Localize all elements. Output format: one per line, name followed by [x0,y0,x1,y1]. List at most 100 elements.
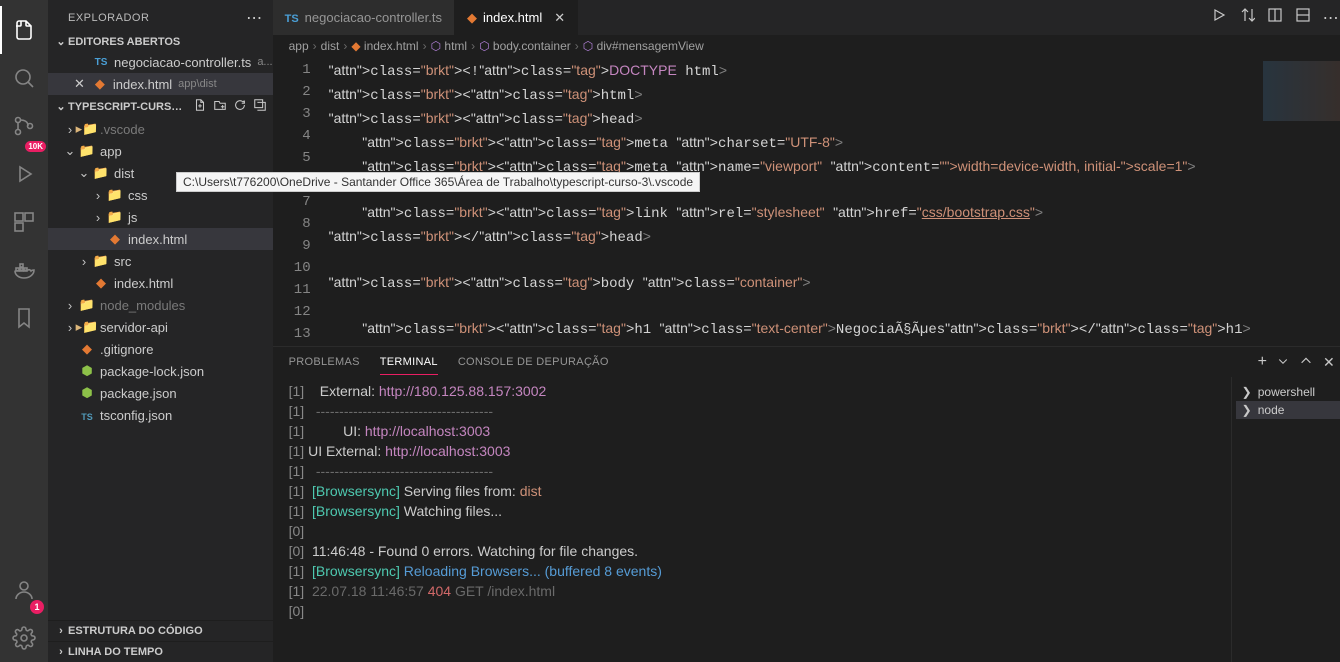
tree-item[interactable]: ›📁node_modules [48,294,273,316]
split-icon-1[interactable] [1267,7,1283,28]
more-icon[interactable]: ⋯ [1323,8,1339,28]
editor-area: 12345678910111213 "attn">class="brkt"><!… [273,57,1340,346]
breadcrumb-item[interactable]: ⬡ div#mensagemView [583,39,704,53]
editor-tab-actions: ⋯ [1211,0,1340,35]
file-label: negociacao-controller.ts [114,55,251,70]
workspace-header[interactable]: ⌄ TYPESCRIPT-CURS… [48,95,273,118]
open-editor-item[interactable]: ✕◆index.htmlapp\dist [48,73,273,95]
chevron-right-icon: › [54,625,68,637]
explorer-header: EXPLORADOR ⋯ [48,0,273,32]
new-folder-icon[interactable] [213,98,227,115]
twist-icon: › [90,210,106,225]
run-icon[interactable] [1211,7,1227,28]
terminal-icon: ❯ [1242,385,1252,399]
tree-item[interactable]: ›📁js [48,206,273,228]
workspace-label: TYPESCRIPT-CURS… [68,101,182,113]
activity-run-debug[interactable] [0,150,48,198]
tree-item[interactable]: ◆index.html [48,228,273,250]
terminal-item-node[interactable]: ❯ node [1236,401,1340,419]
twist-icon: ⌄ [76,165,92,181]
tree-item[interactable]: ⬢package.json [48,382,273,404]
activity-explorer[interactable] [0,6,48,54]
breadcrumb-item[interactable]: app [289,39,309,53]
open-editors-list: TSnegociacao-controller.tsa...✕◆index.ht… [48,51,273,95]
file-icon: TS [285,10,299,25]
code-editor[interactable]: "attn">class="brkt"><!"attn">class="tag"… [329,57,1251,346]
tree-item[interactable]: ›▸📁servidor-api [48,316,273,338]
file-icon: ⬢ [78,363,96,379]
bottom-panel: PROBLEMAS TERMINAL CONSOLE DE DEPURAÇÃO … [273,346,1340,662]
collapse-all-icon[interactable] [253,98,267,115]
editor-tab[interactable]: TSnegociacao-controller.ts [273,0,455,35]
file-icon: 📁 [92,253,110,269]
activity-source-control[interactable]: 10K [0,102,48,150]
terminal-icon: ❯ [1242,403,1252,417]
refresh-icon[interactable] [233,98,247,115]
tree-item-label: .gitignore [100,342,153,357]
activity-search[interactable] [0,54,48,102]
tree-item[interactable]: ›▸📁.vscode [48,118,273,140]
breadcrumb-item[interactable]: ⬡ html [431,39,468,53]
open-editors-header[interactable]: ⌄ EDITORES ABERTOS [48,32,273,51]
terminal-output[interactable]: [1] External: http://180.125.88.157:3002… [273,377,1231,662]
tab-debug-console[interactable]: CONSOLE DE DEPURAÇÃO [458,350,609,374]
explorer-more-icon[interactable]: ⋯ [246,8,263,28]
line-gutter: 12345678910111213 [273,57,329,346]
activity-settings[interactable] [0,614,48,662]
new-file-icon[interactable] [193,98,207,115]
close-icon[interactable]: ✕ [554,10,565,26]
file-icon: ◆ [92,275,110,291]
tree-item-label: app [100,144,122,159]
maximize-panel-icon[interactable] [1299,354,1313,371]
chevron-down-icon: ⌄ [54,35,68,48]
twist-icon: ⌄ [62,143,78,159]
panel-tabs: PROBLEMAS TERMINAL CONSOLE DE DEPURAÇÃO … [273,347,1340,377]
tree-item-label: css [128,188,148,203]
terminal-item-powershell[interactable]: ❯ powershell [1236,383,1340,401]
file-icon: ▸📁 [78,319,96,335]
breadcrumb-item[interactable]: ⬡ body.container [479,39,571,53]
tree-item[interactable]: TStsconfig.json [48,404,273,426]
breadcrumb-item[interactable]: ◆ index.html [351,39,418,53]
file-label: index.html [113,77,172,92]
new-terminal-icon[interactable]: + [1258,353,1267,371]
tab-label: index.html [483,10,542,25]
tree-item[interactable]: ›📁src [48,250,273,272]
timeline-header[interactable]: › LINHA DO TEMPO [48,641,273,662]
activity-bookmarks[interactable] [0,294,48,342]
compare-icon[interactable] [1239,7,1255,28]
tree-item[interactable]: ⬢package-lock.json [48,360,273,382]
file-icon: 📁 [92,165,110,181]
outline-label: ESTRUTURA DO CÓDIGO [68,625,203,637]
close-icon[interactable]: ✕ [74,76,85,92]
editor-tabs: TSnegociacao-controller.ts◆index.html✕ ⋯ [273,0,1340,35]
chevron-down-icon: ⌄ [54,100,68,113]
path-tooltip: C:\Users\t776200\OneDrive - Santander Of… [176,172,700,192]
terminal-item-label: node [1258,403,1285,417]
outline-header[interactable]: › ESTRUTURA DO CÓDIGO [48,620,273,641]
tab-terminal[interactable]: TERMINAL [380,350,438,375]
tree-item[interactable]: ◆index.html [48,272,273,294]
file-icon: 📁 [78,297,96,313]
tree-item[interactable]: ◆.gitignore [48,338,273,360]
file-tree: ›▸📁.vscode⌄📁app⌄📁dist›📁css›📁js◆index.htm… [48,118,273,620]
activity-extensions[interactable] [0,198,48,246]
tree-item[interactable]: ⌄📁app [48,140,273,162]
minimap[interactable] [1251,57,1340,346]
tab-problems[interactable]: PROBLEMAS [289,350,360,374]
breadcrumb-item[interactable]: dist [321,39,340,53]
breadcrumb[interactable]: app›dist›◆ index.html›⬡ html›⬡ body.cont… [273,35,1340,57]
tree-item-label: index.html [128,232,187,247]
file-desc: a... [257,56,272,68]
twist-icon: › [62,298,78,313]
close-panel-icon[interactable]: ✕ [1323,354,1335,371]
explorer-title: EXPLORADOR [68,12,149,24]
terminal-dropdown-icon[interactable] [1277,355,1289,370]
activity-docker[interactable] [0,246,48,294]
terminal-list: ❯ powershell ❯ node [1231,377,1340,662]
open-editor-item[interactable]: TSnegociacao-controller.tsa... [48,51,273,73]
split-icon-2[interactable] [1295,7,1311,28]
activity-account[interactable]: 1 [0,566,48,614]
twist-icon: › [90,188,106,203]
editor-tab[interactable]: ◆index.html✕ [455,0,578,35]
